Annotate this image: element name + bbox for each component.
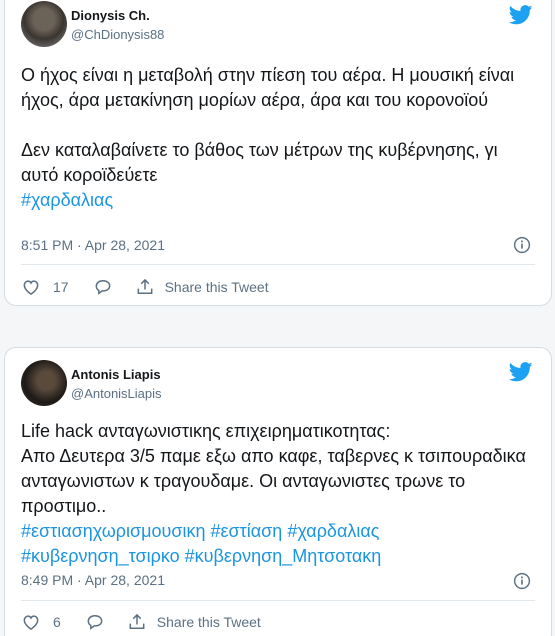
- reply-button[interactable]: [93, 277, 113, 297]
- twitter-bird-icon[interactable]: [509, 5, 533, 25]
- share-icon: [137, 278, 152, 294]
- share-button[interactable]: Share this Tweet: [135, 277, 269, 297]
- heart-icon: [23, 615, 39, 630]
- tweet-timestamp[interactable]: 8:51 PM · Apr 28, 2021: [21, 237, 165, 253]
- tweet-text-line: Απο Δευτερα 3/5 παμε εξω απο καφε, ταβερ…: [21, 446, 526, 516]
- heart-icon: [23, 280, 39, 295]
- hashtag-link[interactable]: #χαρδαλιας: [21, 190, 113, 210]
- twitter-bird-icon[interactable]: [509, 362, 533, 382]
- tweet-text: Life hack ανταγωνιστικης επιχειρηματικοτ…: [21, 419, 537, 569]
- tweet-text: Ο ήχος είναι η μεταβολή στην πίεση του α…: [21, 63, 537, 213]
- tweet-text-line: Δεν καταλαβαίνετε το βάθος των μέτρων τη…: [21, 140, 498, 185]
- tweet-card[interactable]: Antonis Liapis @AntonisLiapis Life hack …: [4, 347, 552, 636]
- reply-icon: [95, 279, 110, 295]
- like-count: 6: [53, 614, 61, 630]
- tweet-actions: 17 Share this Tweet: [21, 275, 535, 299]
- reply-button[interactable]: [85, 612, 105, 632]
- share-label: Share this Tweet: [156, 614, 261, 630]
- hashtag-link[interactable]: #κυβερνηση_Μητσοτακη: [185, 546, 382, 566]
- reply-icon: [87, 614, 103, 630]
- tweet-text-line: Life hack ανταγωνιστικης επιχειρηματικοτ…: [21, 421, 391, 441]
- tweet-actions: 6 Share this Tweet: [21, 610, 535, 634]
- tweet-timestamp[interactable]: 8:49 PM · Apr 28, 2021: [21, 572, 165, 588]
- info-icon[interactable]: [513, 236, 531, 254]
- share-button[interactable]: Share this Tweet: [127, 612, 261, 632]
- info-icon[interactable]: [513, 572, 531, 590]
- divider: [21, 264, 535, 265]
- divider: [21, 600, 535, 601]
- author-handle[interactable]: @ChDionysis88: [71, 27, 164, 42]
- like-button[interactable]: 6: [21, 612, 61, 632]
- like-count: 17: [53, 279, 69, 295]
- tweet-card[interactable]: Dionysis Ch. @ChDionysis88 Ο ήχος είναι …: [4, 0, 552, 306]
- hashtag-link[interactable]: #εστίαση: [211, 521, 283, 541]
- hashtag-link[interactable]: #χαρδαλιας: [287, 521, 379, 541]
- share-label: Share this Tweet: [164, 279, 269, 295]
- author-name[interactable]: Dionysis Ch.: [71, 8, 150, 23]
- like-button[interactable]: 17: [21, 277, 69, 297]
- author-name[interactable]: Antonis Liapis: [71, 367, 161, 382]
- avatar[interactable]: [21, 1, 67, 47]
- tweet-text-line: Ο ήχος είναι η μεταβολή στην πίεση του α…: [21, 65, 515, 110]
- hashtag-link[interactable]: #εστιασηχωρισμουσικη: [21, 521, 206, 541]
- avatar[interactable]: [21, 360, 67, 406]
- hashtag-link[interactable]: #κυβερνηση_τσιρκο: [21, 546, 180, 566]
- share-icon: [129, 613, 145, 629]
- author-handle[interactable]: @AntonisLiapis: [71, 386, 162, 401]
